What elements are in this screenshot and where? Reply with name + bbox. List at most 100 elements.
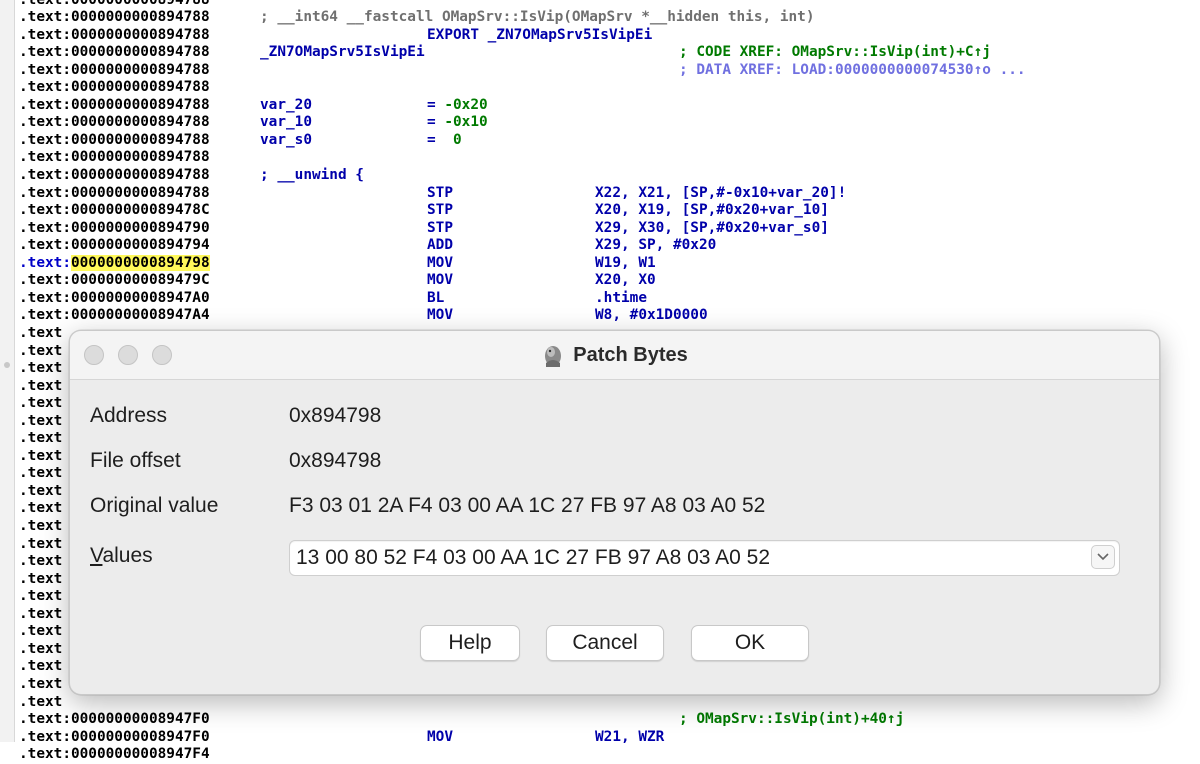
line-address: .text — [19, 694, 62, 712]
line-address: .text — [19, 536, 62, 554]
address-label: Address — [90, 404, 168, 427]
instruction-operands: W8, #0x1D0000 — [595, 307, 708, 324]
address-value: 000000000089479C — [70, 272, 210, 289]
gutter-marker — [4, 362, 10, 368]
line-address: .text — [19, 571, 62, 589]
segment-name: .text: — [19, 44, 71, 61]
line-address: .text — [19, 378, 62, 396]
address-value: 0x894798 — [289, 404, 382, 427]
line-address: .text:0000000000894788 — [19, 44, 210, 62]
function-signature-comment: ; __int64 __fastcall OMapSrv::IsVip(OMap… — [260, 9, 815, 26]
instruction-mnemonic: BL — [427, 289, 445, 306]
help-button[interactable]: Help — [420, 625, 520, 661]
line-address: .text:0000000000894798 — [19, 254, 210, 273]
address-value: 0000000000894790 — [70, 219, 210, 236]
address-value: 000000000089478C — [70, 202, 210, 219]
values-combobox[interactable] — [289, 540, 1120, 576]
line-address: .text:0000000000894788 — [19, 167, 210, 185]
line-address: .text:0000000000894788 — [19, 97, 210, 115]
segment-name: .text: — [19, 0, 71, 8]
values-label-rest: alues — [102, 544, 153, 567]
xref-comment: ; CODE XREF: OMapSrv::IsVip(int)+C↑j — [679, 44, 991, 61]
stack-var-assignment: = 0 — [427, 132, 462, 150]
instruction-operands: X29, SP, #0x20 — [595, 237, 717, 254]
current-address-highlight: 0000000000894798 — [70, 254, 210, 271]
values-label: Values — [90, 544, 153, 568]
address-value: 0000000000894788 — [70, 44, 210, 61]
equals-sign: = — [427, 131, 453, 148]
ida-app-icon — [545, 346, 562, 367]
address-value: 0000000000894788 — [70, 167, 210, 183]
equals-sign: = — [427, 114, 445, 131]
line-address: .text — [19, 465, 62, 483]
segment-name: .text: — [19, 219, 71, 236]
equals-sign: = — [427, 96, 445, 113]
line-label: var_20 — [260, 96, 312, 113]
line-label: var_10 — [260, 114, 312, 131]
line-address: .text:0000000000894788 — [19, 132, 210, 150]
address-value: 00000000008947F4 — [70, 746, 210, 763]
segment-name: .text — [19, 500, 63, 517]
instruction-operands: X20, X0 — [595, 272, 656, 289]
segment-name: .text: — [19, 167, 71, 183]
address-value: 0000000000894788 — [70, 79, 210, 96]
segment-name: .text: — [19, 96, 71, 113]
segment-name: .text — [19, 623, 63, 640]
line-address: .text:0000000000894788 — [19, 9, 210, 27]
line-address: .text — [19, 395, 62, 413]
line-address: .text:0000000000894788 — [19, 62, 210, 80]
line-address: .text:0000000000894788 — [19, 0, 210, 9]
dialog-titlebar: Patch Bytes — [70, 331, 1159, 380]
segment-name: .text: — [19, 746, 71, 763]
line-address: .text:0000000000894788 — [19, 27, 210, 45]
line-address: .text:0000000000894788 — [19, 185, 210, 203]
address-value: 0000000000894788 — [70, 184, 210, 201]
segment-name: .text — [19, 342, 63, 359]
segment-name: .text: — [19, 307, 71, 324]
segment-name: .text — [19, 640, 63, 657]
line-address: .text:00000000008947F0 — [19, 729, 210, 747]
segment-name: .text: — [19, 26, 71, 43]
instruction-operands: X29, X30, [SP,#0x20+var_s0] — [595, 219, 829, 236]
segment-name: .text — [19, 570, 63, 587]
instruction-mnemonic: MOV — [427, 307, 453, 324]
line-address: .text:0000000000894790 — [19, 220, 210, 238]
xref-comment: ; OMapSrv::IsVip(int)+40↑j — [679, 711, 905, 728]
chevron-down-icon — [1097, 553, 1109, 561]
address-value: 0000000000894788 — [70, 131, 210, 148]
segment-name: .text — [19, 605, 63, 622]
cancel-button[interactable]: Cancel — [546, 625, 664, 661]
line-address: .text:0000000000894788 — [19, 149, 210, 167]
segment-name: .text — [19, 535, 63, 552]
segment-name: .text — [19, 675, 63, 692]
values-dropdown-button[interactable] — [1091, 545, 1115, 569]
line-address: .text — [19, 588, 62, 606]
patch-bytes-dialog: Patch Bytes Address 0x894798 File offset… — [69, 330, 1160, 695]
instruction-mnemonic: ADD — [427, 237, 453, 254]
line-address: .text:000000000089479C — [19, 272, 210, 290]
instruction-mnemonic: STP — [427, 202, 453, 219]
stack-var-offset: -0x20 — [444, 96, 488, 113]
instruction-mnemonic: MOV — [427, 272, 453, 289]
segment-name: .text: — [19, 131, 71, 148]
line-address: .text — [19, 676, 62, 694]
ok-button[interactable]: OK — [691, 625, 809, 661]
segment-name: .text: — [19, 202, 71, 219]
segment-name: .text — [19, 693, 63, 710]
line-address: .text:00000000008947A4 — [19, 307, 210, 325]
address-value: 0000000000894788 — [70, 96, 210, 113]
line-address: .text — [19, 430, 62, 448]
line-address: .text:0000000000894788 — [19, 79, 210, 97]
line-address: .text — [19, 500, 62, 518]
instruction-operands: W21, WZR — [595, 728, 665, 745]
line-address: .text — [19, 658, 62, 676]
original-value: F3 03 01 2A F4 03 00 AA 1C 27 FB 97 A8 0… — [289, 494, 766, 517]
address-value: 0000000000894788 — [70, 114, 210, 131]
instruction-operands: .htime — [595, 289, 647, 306]
dialog-title: Patch Bytes — [573, 343, 688, 366]
values-input[interactable] — [296, 541, 1076, 575]
address-value: 00000000008947F0 — [70, 728, 210, 745]
segment-name: .text: — [19, 61, 71, 78]
original-value-label: Original value — [90, 494, 219, 517]
line-address: .text — [19, 448, 62, 466]
